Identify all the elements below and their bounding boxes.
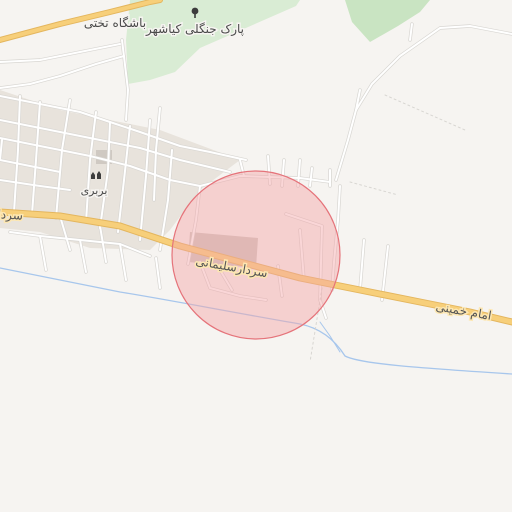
club-label: باشگاه تختی bbox=[84, 16, 146, 30]
dotted-track bbox=[384, 94, 466, 131]
road-label-right: امام خمینی bbox=[435, 299, 493, 323]
minor-road bbox=[0, 43, 121, 63]
minor-road bbox=[119, 243, 127, 281]
park-label: پارک جنگلی کیاشهر bbox=[145, 22, 244, 37]
minor-road bbox=[335, 25, 512, 181]
dotted-track bbox=[349, 181, 399, 196]
park-area-east bbox=[345, 0, 430, 42]
minor-road bbox=[39, 235, 47, 271]
map-canvas[interactable]: پارک جنگلی کیاشهر باشگاه تختی بربری سردا… bbox=[0, 0, 512, 512]
river-branch bbox=[319, 321, 341, 353]
park-area bbox=[126, 0, 300, 84]
map-layer: پارک جنگلی کیاشهر باشگاه تختی بربری سردا… bbox=[0, 0, 512, 375]
village-label: بربری bbox=[81, 184, 108, 197]
road-label-left: سردا bbox=[0, 207, 23, 224]
minor-road bbox=[334, 24, 512, 182]
